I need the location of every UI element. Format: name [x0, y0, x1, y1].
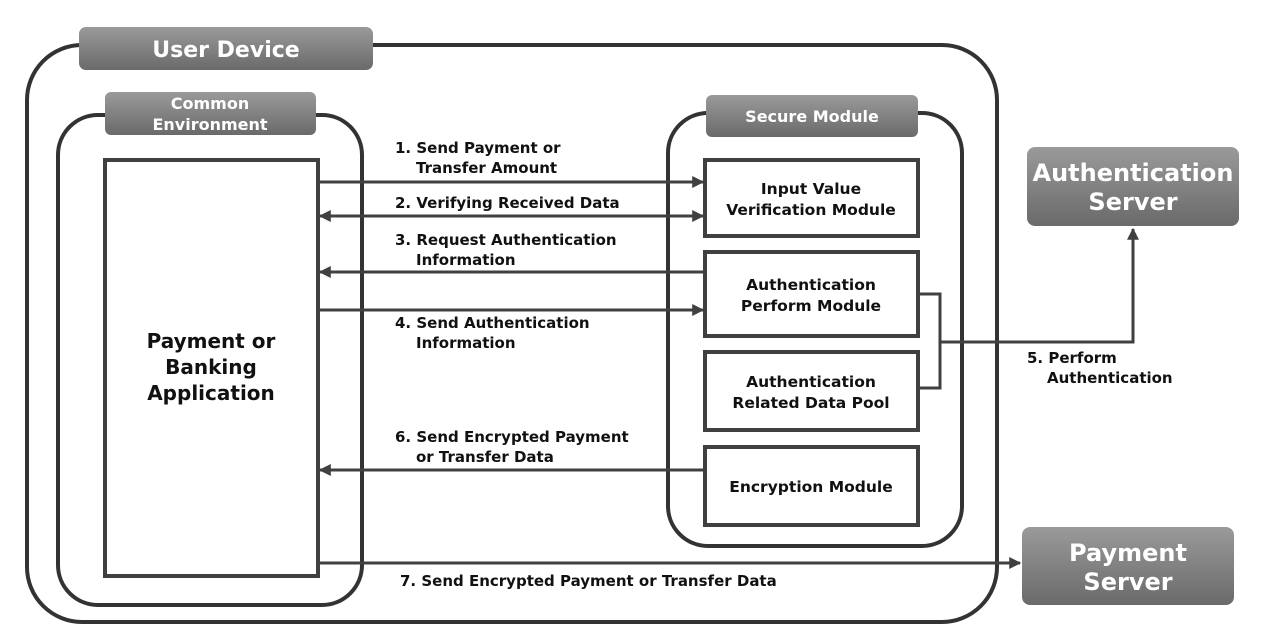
module-label: Input Value — [761, 180, 861, 198]
authentication-flow-diagram: User Device Common Environment Payment o… — [25, 27, 1239, 624]
authentication-server-label-line2: Server — [1088, 188, 1177, 216]
flow-4-label-line2: Information — [416, 334, 516, 352]
flow-5-arrow — [940, 227, 1139, 344]
authentication-bracket — [918, 292, 942, 390]
module-label: Encryption Module — [729, 478, 892, 496]
flow-3-label-line1: 3. Request Authentication — [395, 231, 617, 249]
application-label-line1: Payment or — [147, 329, 276, 353]
common-environment-label-line2: Environment — [152, 115, 267, 134]
flow-1-label-line2: Transfer Amount — [416, 159, 557, 177]
application-label-line2: Banking — [165, 355, 257, 379]
payment-server-label-line1: Payment — [1069, 539, 1187, 567]
flow-6-label-line1: 6. Send Encrypted Payment — [395, 428, 629, 446]
flow-7-label: 7. Send Encrypted Payment or Transfer Da… — [400, 572, 777, 590]
module-label: Authentication — [746, 276, 876, 294]
module-label: Perform Module — [741, 297, 881, 315]
authentication-server-label-line1: Authentication — [1033, 159, 1234, 187]
common-environment-label-line1: Common — [171, 94, 249, 113]
module-label: Related Data Pool — [732, 394, 889, 412]
flow-5-label-line1: 5. Perform — [1027, 349, 1117, 367]
payment-server-label-line2: Server — [1083, 568, 1172, 596]
secure-module-label: Secure Module — [745, 107, 879, 126]
flow-5-label-line2: Authentication — [1047, 369, 1173, 387]
module-label: Authentication — [746, 373, 876, 391]
authentication-related-data-pool — [703, 350, 920, 432]
flow-2-label: 2. Verifying Received Data — [395, 194, 620, 212]
input-value-verification-module — [703, 158, 920, 238]
module-label: Verification Module — [726, 201, 896, 219]
flow-4-label-line1: 4. Send Authentication — [395, 314, 590, 332]
application-label-line3: Application — [147, 381, 275, 405]
flow-1-label-line1: 1. Send Payment or — [395, 139, 561, 157]
flow-3-label-line2: Information — [416, 251, 516, 269]
user-device-label: User Device — [152, 38, 299, 63]
flow-6-label-line2: or Transfer Data — [416, 448, 554, 466]
authentication-perform-module — [703, 250, 920, 338]
